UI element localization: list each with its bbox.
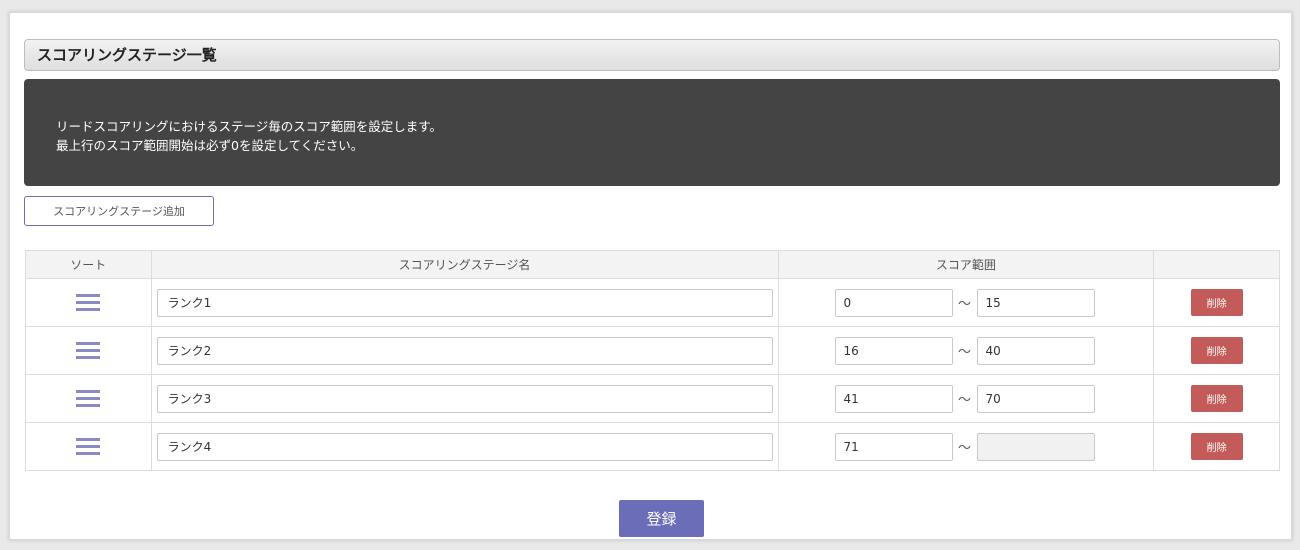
- actions-cell: 削除: [1153, 326, 1280, 375]
- drag-handle-icon[interactable]: [76, 342, 101, 359]
- delete-button[interactable]: 削除: [1190, 337, 1243, 364]
- name-cell: [150, 374, 779, 423]
- actions-cell: 削除: [1153, 278, 1280, 327]
- range-separator: ～: [958, 393, 972, 408]
- range-separator: ～: [958, 297, 972, 312]
- delete-button[interactable]: 削除: [1190, 433, 1243, 460]
- sort-cell: [25, 422, 152, 471]
- range-cell: ～: [777, 326, 1155, 375]
- range-cell: ～: [777, 374, 1155, 423]
- table-header-row: ソート スコアリングステージ名 スコア範囲: [25, 250, 1280, 279]
- range-start-input[interactable]: [834, 432, 953, 461]
- delete-button[interactable]: 削除: [1190, 385, 1243, 412]
- header-actions: [1153, 250, 1280, 279]
- range-end-input[interactable]: [976, 432, 1095, 461]
- range-end-input[interactable]: [976, 336, 1095, 365]
- range-start-input[interactable]: [834, 336, 953, 365]
- table-row: ～ 削除: [25, 326, 1280, 375]
- stage-name-input[interactable]: [156, 384, 773, 413]
- name-cell: [150, 422, 779, 471]
- drag-handle-icon[interactable]: [76, 438, 101, 455]
- actions-cell: 削除: [1153, 422, 1280, 471]
- drag-handle-icon[interactable]: [76, 390, 101, 407]
- stage-name-input[interactable]: [156, 336, 773, 365]
- info-box: リードスコアリングにおけるステージ毎のスコア範囲を設定します。 最上行のスコア範…: [24, 79, 1280, 186]
- range-separator: ～: [958, 345, 972, 360]
- header-range: スコア範囲: [777, 250, 1155, 279]
- range-separator: ～: [958, 441, 972, 456]
- sort-cell: [25, 278, 152, 327]
- info-line-1: リードスコアリングにおけるステージ毎のスコア範囲を設定します。: [56, 119, 443, 134]
- add-stage-button[interactable]: スコアリングステージ追加: [24, 196, 214, 226]
- table-row: ～ 削除: [25, 278, 1280, 327]
- actions-cell: 削除: [1153, 374, 1280, 423]
- stage-name-input[interactable]: [156, 432, 773, 461]
- drag-handle-icon[interactable]: [76, 294, 101, 311]
- table-row: ～ 削除: [25, 422, 1280, 471]
- sort-cell: [25, 326, 152, 375]
- sort-cell: [25, 374, 152, 423]
- range-end-input[interactable]: [976, 384, 1095, 413]
- range-cell: ～: [777, 422, 1155, 471]
- range-start-input[interactable]: [834, 288, 953, 317]
- name-cell: [150, 326, 779, 375]
- header-name: スコアリングステージ名: [150, 250, 779, 279]
- table-row: ～ 削除: [25, 374, 1280, 423]
- section-title: スコアリングステージ一覧: [24, 39, 1280, 71]
- range-start-input[interactable]: [834, 384, 953, 413]
- stage-name-input[interactable]: [156, 288, 773, 317]
- range-cell: ～: [777, 278, 1155, 327]
- submit-button[interactable]: 登録: [619, 500, 704, 537]
- range-end-input[interactable]: [976, 288, 1095, 317]
- header-sort: ソート: [25, 250, 152, 279]
- main-panel: スコアリングステージ一覧 リードスコアリングにおけるステージ毎のスコア範囲を設定…: [9, 12, 1292, 540]
- name-cell: [150, 278, 779, 327]
- stage-table: ソート スコアリングステージ名 スコア範囲 ～: [25, 250, 1280, 471]
- info-line-2: 最上行のスコア範囲開始は必ず0を設定してください。: [56, 138, 364, 153]
- delete-button[interactable]: 削除: [1190, 289, 1243, 316]
